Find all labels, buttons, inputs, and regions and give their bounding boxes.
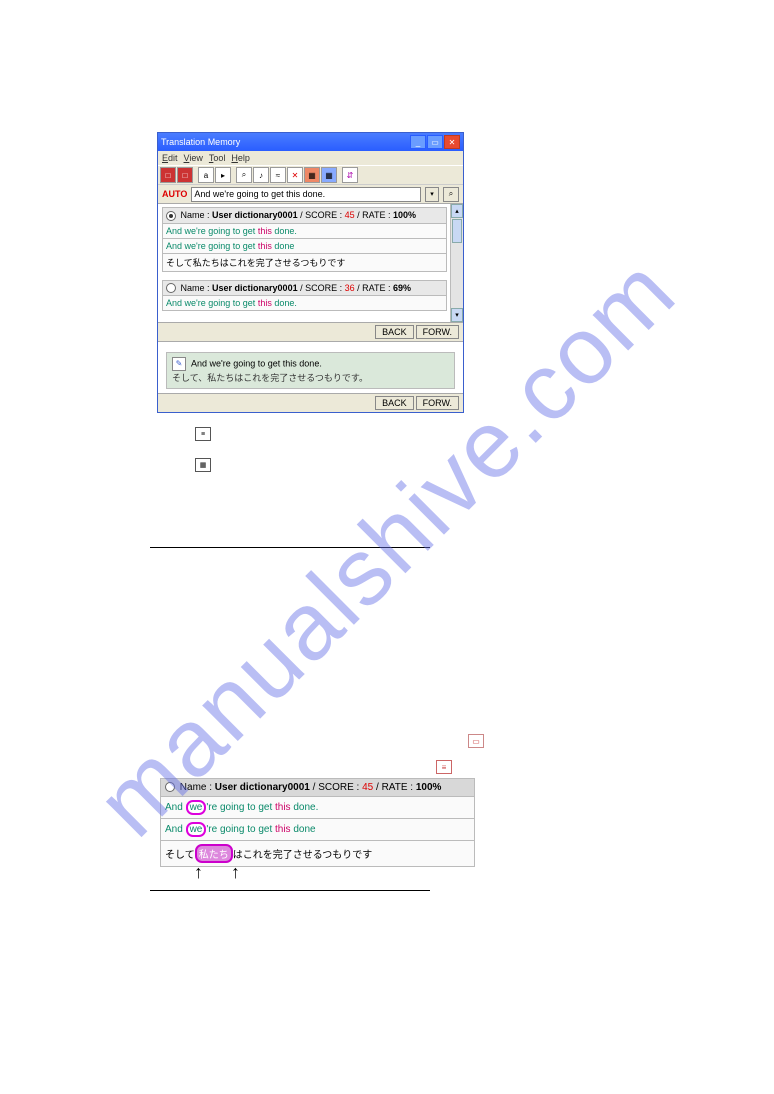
result-entry: Name : User dictionary0001 / SCORE : 45 … (162, 207, 447, 272)
result-entry: Name : User dictionary0001 / SCORE : 36 … (162, 280, 447, 312)
back-button-2[interactable]: BACK (375, 396, 414, 410)
bottom-entry-header: Name : User dictionary0001 / SCORE : 45 … (160, 778, 475, 797)
nav-row-2: BACK FORW. (158, 393, 463, 412)
toolbar-btn-6[interactable]: ♪ (253, 167, 269, 183)
result-row: そして私たちはこれを完了させるつもりです (162, 254, 447, 272)
list-icon[interactable]: ≡ (195, 427, 211, 441)
titlebar[interactable]: Translation Memory _ ▭ ✕ (158, 133, 463, 151)
list2-icon[interactable]: ≡ (436, 760, 452, 774)
bottom-row-2: And we're going to get this done (160, 819, 475, 841)
menu-tool[interactable]: Tool (209, 153, 226, 163)
result-row: And we're going to get this done. (162, 296, 447, 311)
pointer-arrows: ↑↑ (194, 862, 268, 883)
divider-2 (150, 890, 430, 891)
search-row: AUTO And we're going to get this done. ▾… (158, 184, 463, 203)
bottom-row-1: And we're going to get this done. (160, 797, 475, 819)
scroll-down[interactable]: ▾ (451, 308, 463, 322)
menu-view[interactable]: View (184, 153, 203, 163)
edit-line2: そして、私たちはこれを完了させるつもりです。 (172, 373, 368, 383)
toolbar-btn-4[interactable]: ▸ (215, 167, 231, 183)
scrollbar[interactable]: ▴ ▾ (450, 204, 463, 322)
menu-edit[interactable]: EEditdit (162, 153, 178, 163)
toolbar-btn-7[interactable]: ≈ (270, 167, 286, 183)
divider-1 (150, 547, 430, 548)
edit-box[interactable]: ✎ And we're going to get this done. そして、… (166, 352, 455, 389)
search-go-button[interactable]: ⌕ (443, 187, 459, 202)
result-radio[interactable] (166, 283, 176, 293)
menu-help[interactable]: Help (231, 153, 250, 163)
results-pane: ▴ ▾ Name : User dictionary0001 / SCORE :… (158, 203, 463, 322)
toolbar-btn-5[interactable]: ⌕ (236, 167, 252, 183)
doc-icon[interactable]: ▭ (468, 734, 484, 748)
auto-label: AUTO (162, 189, 187, 199)
toolbar-btn-8[interactable]: ✕ (287, 167, 303, 183)
back-button[interactable]: BACK (375, 325, 414, 339)
result-radio[interactable] (166, 211, 176, 221)
result-row: And we're going to get this done (162, 239, 447, 254)
forw-button-2[interactable]: FORW. (416, 396, 459, 410)
close-button[interactable]: ✕ (444, 135, 460, 149)
toolbar-btn-10[interactable]: ▦ (321, 167, 337, 183)
toolbar-btn-3[interactable]: a (198, 167, 214, 183)
menubar: EEditdit View Tool Help (158, 151, 463, 165)
scroll-up[interactable]: ▴ (451, 204, 463, 218)
search-dropdown[interactable]: ▾ (425, 187, 439, 202)
bottom-entry: Name : User dictionary0001 / SCORE : 45 … (160, 778, 475, 867)
toolbar-btn-9[interactable]: ▦ (304, 167, 320, 183)
window-title: Translation Memory (161, 137, 240, 147)
minimize-button[interactable]: _ (410, 135, 426, 149)
maximize-button[interactable]: ▭ (427, 135, 443, 149)
result-header: Name : User dictionary0001 / SCORE : 36 … (162, 280, 447, 297)
result-row: And we're going to get this done. (162, 224, 447, 239)
toolbar-btn-1[interactable]: □ (160, 167, 176, 183)
edit-line1: And we're going to get this done. (191, 359, 322, 369)
bottom-radio[interactable] (165, 782, 175, 792)
translation-memory-window: Translation Memory _ ▭ ✕ EEditdit View T… (157, 132, 464, 413)
toolbar-btn-2[interactable]: □ (177, 167, 193, 183)
toolbar-btn-11[interactable]: ⇵ (342, 167, 358, 183)
toolbar: □ □ a ▸ ⌕ ♪ ≈ ✕ ▦ ▦ ⇵ (158, 165, 463, 184)
edit-icon: ✎ (172, 357, 186, 371)
edit-pane: ✎ And we're going to get this done. そして、… (158, 341, 463, 393)
result-header: Name : User dictionary0001 / SCORE : 45 … (162, 207, 447, 224)
nav-row-1: BACK FORW. (158, 322, 463, 341)
search-input[interactable]: And we're going to get this done. (191, 187, 421, 202)
scroll-thumb[interactable] (452, 219, 462, 243)
table-icon[interactable]: ▦ (195, 458, 211, 472)
forw-button[interactable]: FORW. (416, 325, 459, 339)
